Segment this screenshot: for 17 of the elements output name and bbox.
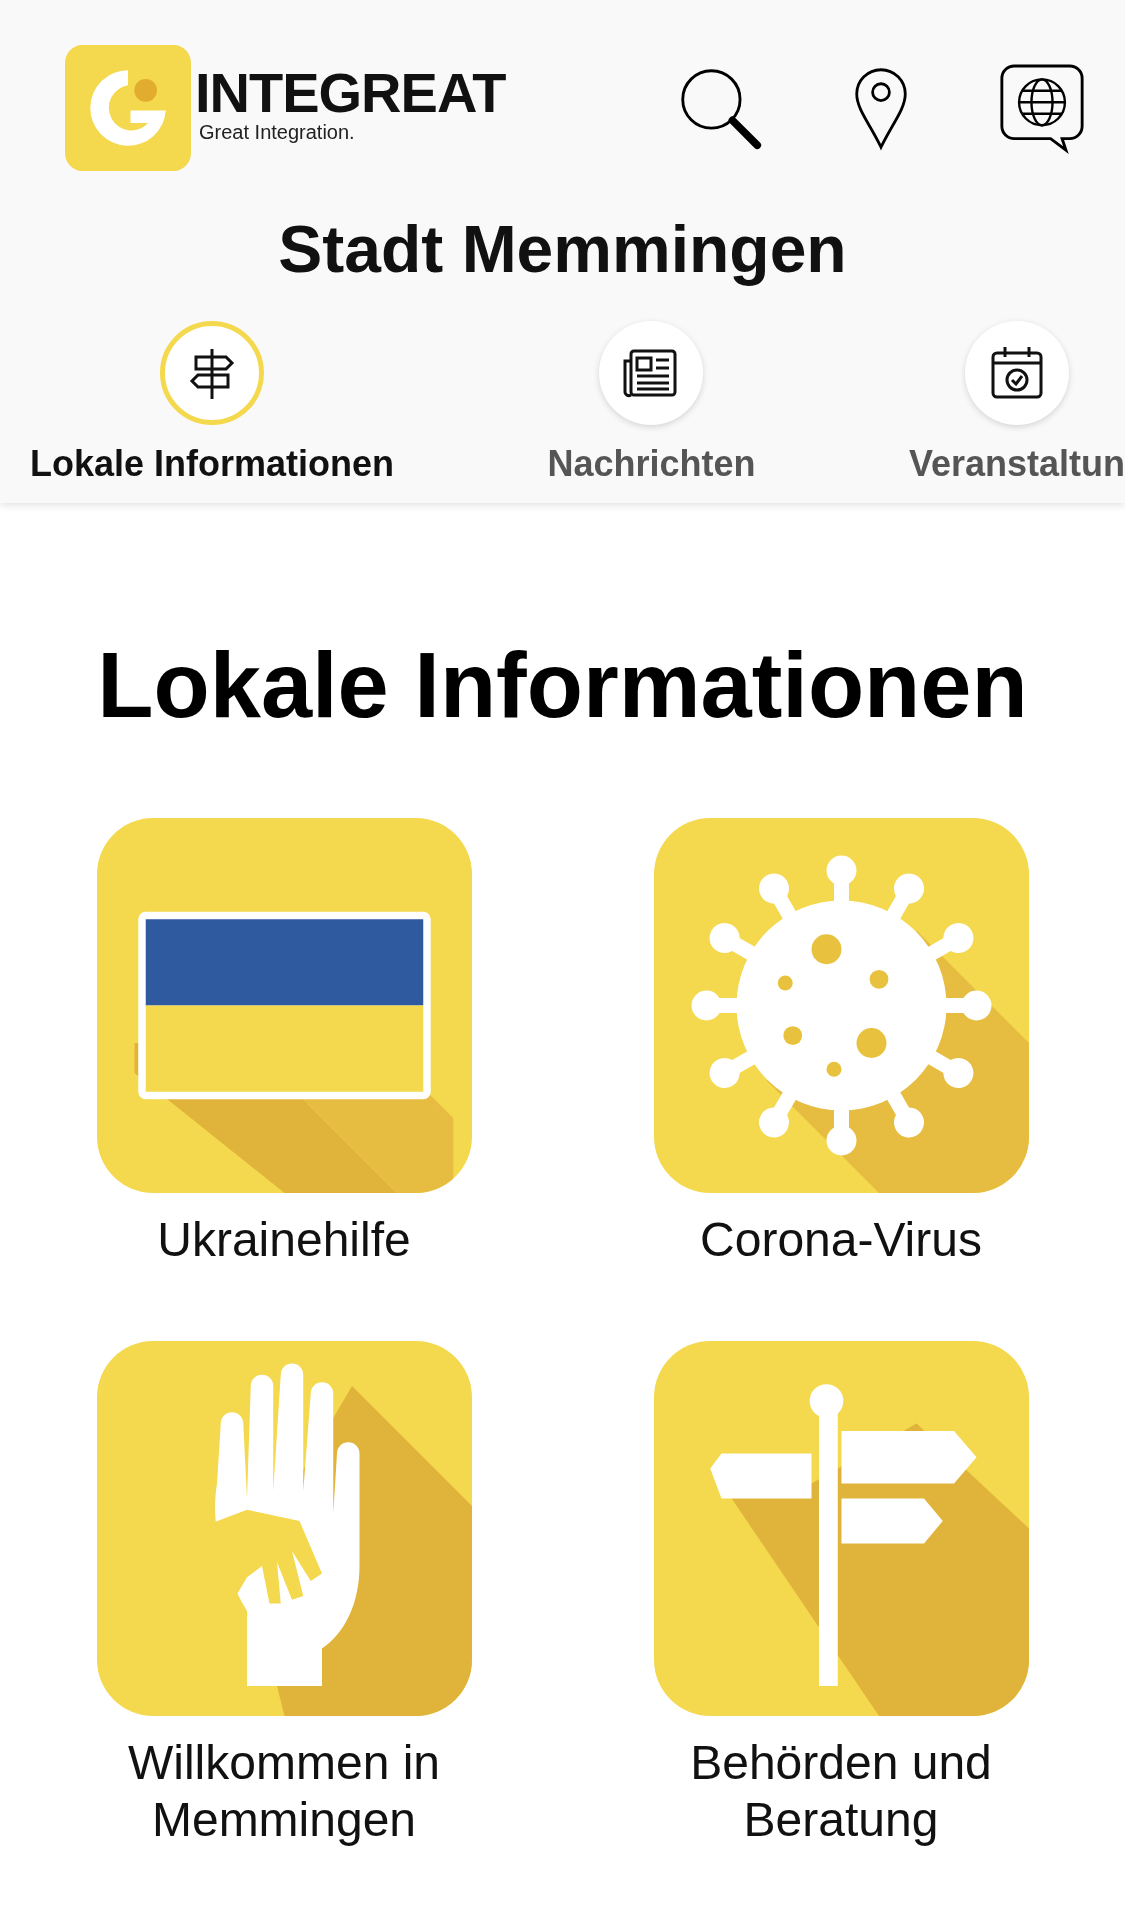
page-title: Lokale Informationen <box>96 633 1029 738</box>
category-tile[interactable]: Willkommen in Memmingen <box>96 1340 472 1849</box>
category-tile[interactable]: Ukrainehilfe <box>96 818 472 1269</box>
signpost-icon <box>653 1340 1029 1716</box>
hands-icon <box>96 1340 472 1716</box>
language-globe-icon[interactable] <box>999 62 1085 154</box>
logo-tagline: Great Integration. <box>199 120 356 144</box>
city-title: Stadt Memmingen <box>277 211 848 287</box>
virus-icon <box>653 818 1029 1193</box>
category-tab[interactable]: Veranstaltun <box>908 321 1125 485</box>
category-tile[interactable]: Corona-Virus <box>653 818 1029 1269</box>
flag-icon <box>96 818 472 1193</box>
category-tab[interactable]: Lokale Informationen <box>30 321 395 485</box>
logo-icon <box>65 45 191 171</box>
category-tile[interactable]: Behörden und Beratung <box>653 1340 1029 1849</box>
logo-name: INTEGREAT <box>195 64 506 121</box>
category-tab[interactable]: Nachrichten <box>547 321 756 485</box>
